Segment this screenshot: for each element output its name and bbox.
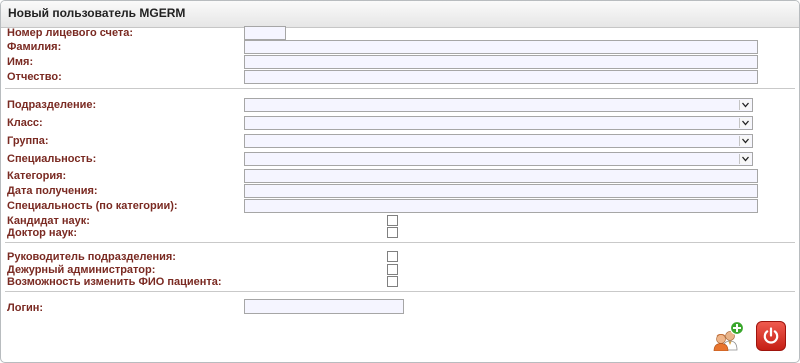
category-specialty-label: Специальность (по категории):	[7, 200, 178, 212]
patronymic-input[interactable]	[244, 70, 758, 84]
department-row: Подразделение:	[1, 98, 799, 114]
add-user-icon	[713, 320, 745, 352]
class-select[interactable]	[244, 116, 753, 130]
account-number-label: Номер лицевого счета:	[7, 27, 134, 39]
section-divider	[5, 242, 795, 243]
section-divider	[5, 291, 795, 292]
category-specialty-row: Специальность (по категории):	[1, 199, 799, 215]
category-label: Категория:	[7, 170, 67, 182]
candidate-checkbox[interactable]	[387, 215, 398, 226]
category-row: Категория:	[1, 169, 799, 185]
category-specialty-input[interactable]	[244, 199, 758, 213]
class-label: Класс:	[7, 117, 43, 129]
add-user-button[interactable]	[713, 320, 745, 352]
class-row: Класс:	[1, 116, 799, 132]
chevron-down-icon	[739, 118, 751, 128]
title-bar: Новый пользователь MGERM	[1, 1, 799, 28]
patronymic-row: Отчество:	[1, 70, 799, 86]
specialty-label: Специальность:	[7, 153, 97, 165]
edit-patient-name-row: Возможность изменить ФИО пациента:	[1, 275, 799, 291]
last-name-label: Фамилия:	[7, 41, 62, 53]
new-user-panel: Новый пользователь MGERM Номер лицевого …	[0, 0, 800, 363]
group-label: Группа:	[7, 135, 49, 147]
doctor-label: Доктор наук:	[7, 227, 77, 239]
patronymic-label: Отчество:	[7, 71, 62, 83]
first-name-label: Имя:	[7, 56, 34, 68]
department-head-label: Руководитель подразделения:	[7, 251, 176, 263]
chevron-down-icon	[739, 154, 751, 164]
doctor-row: Доктор наук:	[1, 226, 799, 242]
specialty-select[interactable]	[244, 152, 753, 166]
section-divider	[5, 88, 795, 89]
first-name-input[interactable]	[244, 55, 758, 69]
edit-patient-name-checkbox[interactable]	[387, 276, 398, 287]
chevron-down-icon	[739, 100, 751, 110]
account-number-input[interactable]	[244, 26, 286, 40]
received-date-row: Дата получения:	[1, 184, 799, 200]
doctor-checkbox[interactable]	[387, 227, 398, 238]
category-input[interactable]	[244, 169, 758, 183]
first-name-row: Имя:	[1, 55, 799, 71]
department-head-checkbox[interactable]	[387, 251, 398, 262]
last-name-input[interactable]	[244, 40, 758, 54]
duty-admin-checkbox[interactable]	[387, 264, 398, 275]
last-name-row: Фамилия:	[1, 40, 799, 56]
group-select[interactable]	[244, 134, 753, 148]
chevron-down-icon	[739, 136, 751, 146]
power-icon	[763, 327, 779, 344]
login-input[interactable]	[244, 299, 404, 314]
login-label: Логин:	[7, 302, 44, 314]
specialty-row: Специальность:	[1, 152, 799, 168]
edit-patient-name-label: Возможность изменить ФИО пациента:	[7, 276, 222, 288]
received-date-label: Дата получения:	[7, 185, 98, 197]
window-title: Новый пользователь MGERM	[8, 6, 186, 20]
exit-button[interactable]	[756, 321, 786, 351]
department-label: Подразделение:	[7, 99, 97, 111]
received-date-input[interactable]	[244, 184, 758, 198]
department-select[interactable]	[244, 98, 753, 112]
group-row: Группа:	[1, 134, 799, 150]
login-row: Логин:	[1, 299, 799, 315]
